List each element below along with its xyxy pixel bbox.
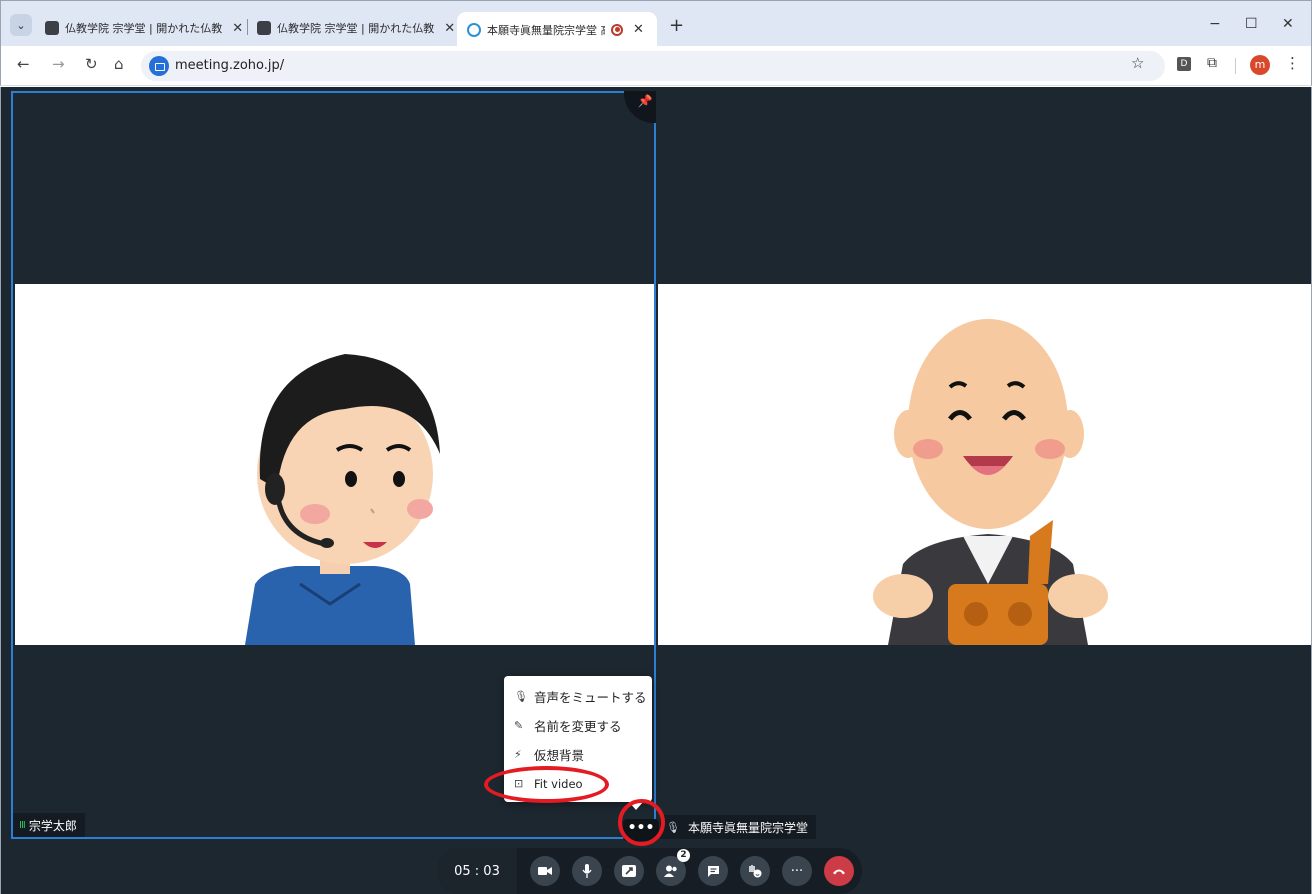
meeting-toolbar: 05 : 03 2 ···: [437, 848, 862, 894]
tile-context-menu: 🎙 音声をミュートする ✎ 名前を変更する ⚡ 仮想背景 ⊡ Fit video: [504, 676, 652, 802]
address-bar[interactable]: meeting.zoho.jp/: [141, 51, 1165, 81]
participants-count-badge: 2: [677, 849, 690, 862]
mic-icon: [582, 864, 592, 878]
tab-close-icon[interactable]: ✕: [232, 21, 243, 36]
magic-wand-icon: ⚡: [514, 748, 522, 761]
more-options-button[interactable]: ···: [782, 856, 812, 886]
tab-close-icon[interactable]: ✕: [444, 21, 455, 36]
participants-icon: [664, 865, 677, 877]
site-favicon-icon: [257, 21, 271, 35]
star-icon[interactable]: ☆: [1131, 54, 1144, 72]
menu-item-mute[interactable]: 🎙 音声をミュートする: [504, 682, 652, 711]
reaction-icon: [749, 865, 762, 878]
mic-icon: 🎙: [514, 690, 528, 703]
meeting-area: 📌 III 宗学太郎 🎙 本願寺眞無量院宗学堂 🎙 音声をミュートする ✎ 名前…: [0, 87, 1312, 894]
recording-icon: [611, 23, 623, 36]
share-screen-button[interactable]: [614, 856, 644, 886]
zoho-favicon-icon: [467, 22, 481, 37]
extensions-icon[interactable]: ⧉: [1207, 55, 1217, 71]
chat-icon: [707, 866, 719, 877]
site-favicon-icon: [45, 21, 59, 35]
close-window-button[interactable]: ✕: [1282, 16, 1294, 32]
participant-name-label: III 宗学太郎: [13, 813, 85, 837]
participant-video-1: [15, 284, 654, 645]
tab-close-icon[interactable]: ✕: [633, 22, 644, 37]
participant-name-label: 🎙 本願寺眞無量院宗学堂: [660, 815, 816, 839]
tab-title: 仏教学院 宗学堂 | 開かれた仏教: [277, 22, 435, 35]
tab-title: 本願寺眞無量院宗学堂 高: [487, 23, 605, 37]
fit-video-icon: ⊡: [514, 777, 524, 790]
more-icon: ···: [790, 863, 804, 879]
tab-separator: [247, 19, 248, 35]
forward-arrow-icon[interactable]: →: [52, 55, 65, 73]
end-call-icon: [833, 869, 845, 875]
menu-caret: [629, 802, 643, 810]
tab-search-icon[interactable]: ⌄: [10, 14, 32, 36]
participant-tile-2[interactable]: 🎙 本願寺眞無量院宗学堂: [658, 91, 1311, 839]
tab-bar: ⌄ 仏教学院 宗学堂 | 開かれた仏教 ✕ 仏教学院 宗学堂 | 開かれた仏教 …: [0, 0, 1312, 47]
participants-button[interactable]: 2: [656, 849, 690, 886]
tab-1[interactable]: 仏教学院 宗学堂 | 開かれた仏教 ✕: [45, 14, 243, 42]
monk-illustration: [873, 319, 1108, 645]
pencil-icon: ✎: [514, 719, 524, 732]
tab-2[interactable]: 仏教学院 宗学堂 | 開かれた仏教 ✕: [257, 14, 455, 42]
audio-level-icon: III: [19, 819, 26, 831]
site-info-icon[interactable]: [149, 56, 169, 76]
participant-name: 宗学太郎: [28, 818, 77, 833]
tile-more-button[interactable]: •••: [623, 819, 659, 841]
browser-menu-icon[interactable]: ⋮: [1285, 54, 1300, 72]
minimize-button[interactable]: −: [1209, 16, 1221, 32]
menu-item-label: Fit video: [534, 776, 583, 791]
url-text: meeting.zoho.jp/: [175, 58, 285, 73]
toolbar: ← → ↻ ⌂ meeting.zoho.jp/ ☆ D ⧉ m ⋮: [0, 46, 1312, 86]
tab-3-active[interactable]: 本願寺眞無量院宗学堂 高 ✕: [457, 12, 657, 47]
tab-title: 仏教学院 宗学堂 | 開かれた仏教: [65, 22, 223, 35]
maximize-button[interactable]: ☐: [1245, 16, 1258, 32]
home-icon[interactable]: ⌂: [114, 55, 124, 73]
divider: [1235, 58, 1236, 74]
mic-button[interactable]: [572, 856, 602, 886]
boy-with-headset-illustration: [245, 354, 440, 645]
meeting-timer: 05 : 03: [437, 848, 517, 894]
new-tab-button[interactable]: +: [669, 15, 684, 36]
share-screen-icon: [622, 865, 636, 877]
pin-icon[interactable]: 📌: [624, 91, 656, 123]
camera-button[interactable]: [530, 856, 560, 886]
participant-video-2: [658, 284, 1311, 645]
end-call-button[interactable]: [824, 856, 854, 886]
back-arrow-icon[interactable]: ←: [17, 55, 30, 73]
chat-button[interactable]: [698, 856, 728, 886]
mic-icon: 🎙: [666, 820, 680, 834]
browser-window: ⌄ 仏教学院 宗学堂 | 開かれた仏教 ✕ 仏教学院 宗学堂 | 開かれた仏教 …: [0, 0, 1312, 894]
participant-name: 本願寺眞無量院宗学堂: [687, 820, 808, 835]
profile-avatar[interactable]: m: [1250, 55, 1270, 75]
menu-item-label: 名前を変更する: [534, 719, 622, 734]
menu-item-virtual-background[interactable]: ⚡ 仮想背景: [504, 740, 652, 769]
camera-icon: [538, 867, 552, 875]
menu-item-fit-video[interactable]: ⊡ Fit video: [504, 769, 652, 798]
reaction-button[interactable]: [740, 856, 770, 886]
menu-item-label: 音声をミュートする: [534, 690, 647, 705]
menu-item-label: 仮想背景: [534, 748, 585, 763]
reload-icon[interactable]: ↻: [85, 55, 98, 73]
menu-item-rename[interactable]: ✎ 名前を変更する: [504, 711, 652, 740]
extension-d-icon[interactable]: D: [1177, 57, 1191, 71]
